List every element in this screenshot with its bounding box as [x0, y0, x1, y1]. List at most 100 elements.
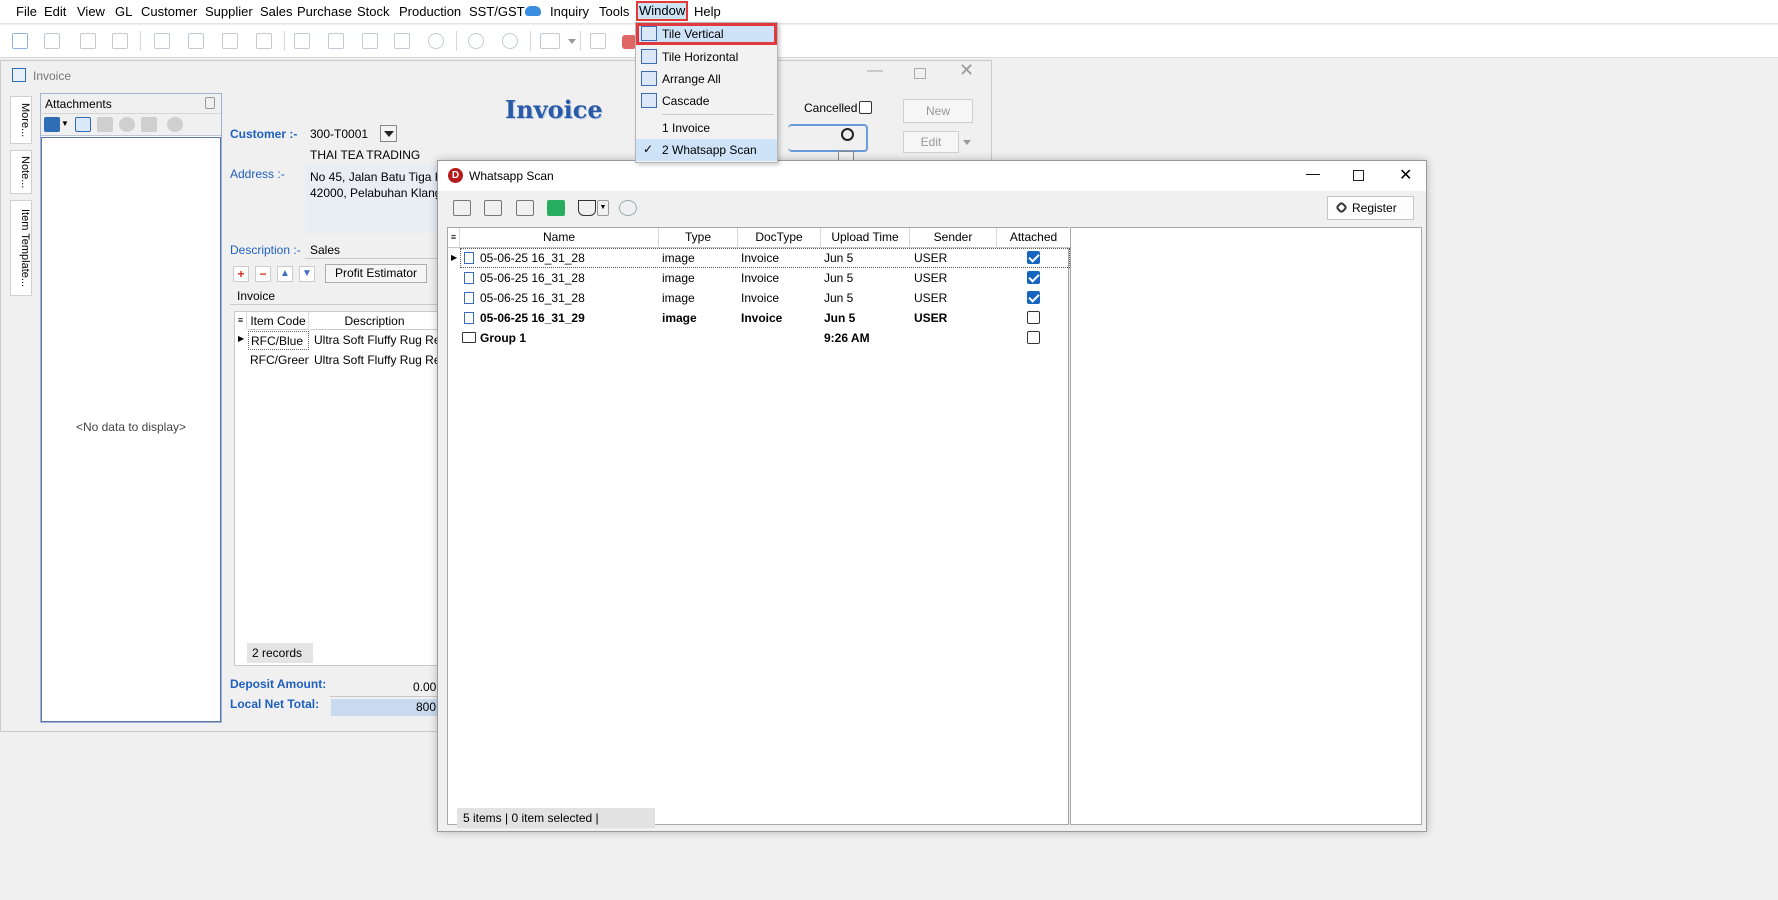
link-icon[interactable] [44, 117, 60, 132]
menu-item-window-whatsapp-scan[interactable]: ✓ 2 Whatsapp Scan [636, 139, 777, 161]
previous-record-icon[interactable] [188, 33, 204, 49]
attached-checkbox[interactable] [1027, 251, 1040, 264]
menu-supplier[interactable]: Supplier [205, 4, 253, 19]
cut-icon[interactable] [44, 33, 60, 49]
menu-sales[interactable]: Sales [260, 4, 293, 19]
menu-inquiry[interactable]: Inquiry [550, 4, 589, 19]
column-header-upload-time[interactable]: Upload Time [821, 228, 910, 248]
minimize-icon[interactable]: — [1306, 165, 1320, 181]
customer-code[interactable]: 300-T0001 [310, 127, 368, 141]
menu-item-tile-horizontal[interactable]: Tile Horizontal [636, 46, 777, 68]
column-header-attached[interactable]: Attached [997, 228, 1070, 248]
trash-icon[interactable] [516, 200, 534, 216]
refresh-icon[interactable] [619, 200, 637, 216]
edit-attachment-icon[interactable] [97, 117, 113, 132]
print-dropdown-icon[interactable] [568, 39, 576, 44]
cancel-icon[interactable] [428, 33, 444, 49]
move-up-icon[interactable]: ▲ [277, 266, 293, 282]
pdf-icon[interactable] [622, 35, 636, 49]
cancelled-checkbox[interactable] [859, 101, 872, 114]
menu-item-cascade[interactable]: Cascade [636, 90, 777, 112]
delete-document-icon[interactable] [362, 33, 378, 49]
table-row-item-code[interactable]: RFC/Blue [248, 331, 309, 350]
search-icon[interactable] [841, 128, 854, 141]
search-box[interactable] [788, 124, 868, 152]
customer-dropdown-button[interactable] [380, 125, 397, 142]
edit-dropdown-icon[interactable] [963, 140, 971, 145]
add-row-icon[interactable]: + [233, 266, 249, 282]
profit-estimator-button[interactable]: Profit Estimator [325, 264, 427, 283]
menu-item-window-invoice[interactable]: 1 Invoice [636, 117, 777, 139]
filter-icon[interactable] [578, 200, 596, 216]
remove-row-icon[interactable]: − [255, 266, 271, 282]
menu-view[interactable]: View [77, 4, 105, 19]
menu-sst-gst[interactable]: SST/GST [469, 4, 525, 19]
menu-stock[interactable]: Stock [357, 4, 390, 19]
delete-attachment-icon[interactable] [75, 117, 91, 132]
menu-customer[interactable]: Customer [141, 4, 197, 19]
tab-invoice[interactable]: Invoice [237, 289, 275, 303]
move-down-icon[interactable]: ▼ [299, 266, 315, 282]
grid-menu-icon[interactable]: ≡ [448, 228, 460, 248]
folder-icon[interactable] [484, 200, 502, 216]
save-attachment-icon[interactable] [141, 117, 157, 132]
close-icon[interactable]: ✕ [1399, 165, 1412, 185]
last-record-icon[interactable] [256, 33, 272, 49]
tab-more[interactable]: More... [10, 96, 32, 144]
print-icon[interactable] [540, 33, 560, 49]
menu-file[interactable]: File [16, 4, 37, 19]
first-record-icon[interactable] [154, 33, 170, 49]
save-icon[interactable] [394, 33, 410, 49]
tab-item-template[interactable]: Item Template... [10, 200, 32, 296]
paste-icon[interactable] [112, 33, 128, 49]
table-row[interactable]: 05-06-25 16_31_28 image Invoice Jun 5 US… [448, 268, 1068, 288]
column-header-type[interactable]: Type [659, 228, 738, 248]
minimize-icon[interactable]: — [867, 62, 883, 80]
new-document-icon[interactable] [294, 33, 310, 49]
menu-item-tile-vertical[interactable]: Tile Vertical [636, 23, 777, 45]
menu-gl[interactable]: GL [115, 4, 132, 19]
description-value[interactable]: Sales [310, 243, 340, 257]
home-icon[interactable] [12, 33, 28, 49]
table-row[interactable]: Group 1 9:26 AM [448, 328, 1068, 348]
link-dropdown-icon[interactable]: ▼ [61, 119, 69, 134]
attached-checkbox[interactable] [1027, 271, 1040, 284]
open-folder-icon[interactable] [453, 200, 471, 216]
attached-checkbox[interactable] [1027, 311, 1040, 324]
copy-icon[interactable] [80, 33, 96, 49]
pin-icon[interactable] [205, 97, 215, 109]
register-button[interactable]: Register [1327, 196, 1414, 220]
new-button[interactable]: New [903, 99, 973, 123]
menu-help[interactable]: Help [694, 4, 721, 19]
maximize-icon[interactable] [1353, 170, 1364, 181]
cloud-upload-icon[interactable] [167, 117, 183, 132]
column-header-sender[interactable]: Sender [910, 228, 997, 248]
next-record-icon[interactable] [222, 33, 238, 49]
deposit-value[interactable]: 0.00 [413, 680, 436, 694]
menu-tools[interactable]: Tools [599, 4, 629, 19]
table-row-description[interactable]: Ultra Soft Fluffy Rug Re... [311, 331, 439, 350]
filter-dropdown-icon[interactable]: ▼ [597, 200, 609, 216]
grid-menu-icon[interactable]: ≡ [235, 312, 247, 330]
column-header-doctype[interactable]: DocType [738, 228, 821, 248]
cloud-icon[interactable] [525, 6, 541, 16]
edit-button[interactable]: Edit [903, 131, 959, 153]
search-icon[interactable] [468, 33, 484, 49]
attached-checkbox[interactable] [1027, 291, 1040, 304]
menu-edit[interactable]: Edit [44, 4, 66, 19]
tab-note[interactable]: Note... [10, 150, 32, 194]
close-icon[interactable]: ✕ [959, 60, 974, 81]
menu-window[interactable]: Window [636, 1, 689, 21]
share-icon[interactable] [547, 200, 565, 216]
table-row[interactable]: 05-06-25 16_31_29 image Invoice Jun 5 US… [448, 308, 1068, 328]
attached-checkbox[interactable] [1027, 331, 1040, 344]
export-icon[interactable] [590, 33, 606, 49]
refresh-icon[interactable] [502, 33, 518, 49]
attachments-list[interactable]: <No data to display> [41, 137, 221, 722]
maximize-icon[interactable] [914, 68, 926, 79]
menu-item-arrange-all[interactable]: Arrange All [636, 68, 777, 90]
table-row-item-code[interactable]: RFC/Green [248, 351, 309, 370]
table-row[interactable]: 05-06-25 16_31_28 image Invoice Jun 5 US… [448, 288, 1068, 308]
edit-document-icon[interactable] [328, 33, 344, 49]
column-header-item-code[interactable]: Item Code [248, 312, 309, 330]
